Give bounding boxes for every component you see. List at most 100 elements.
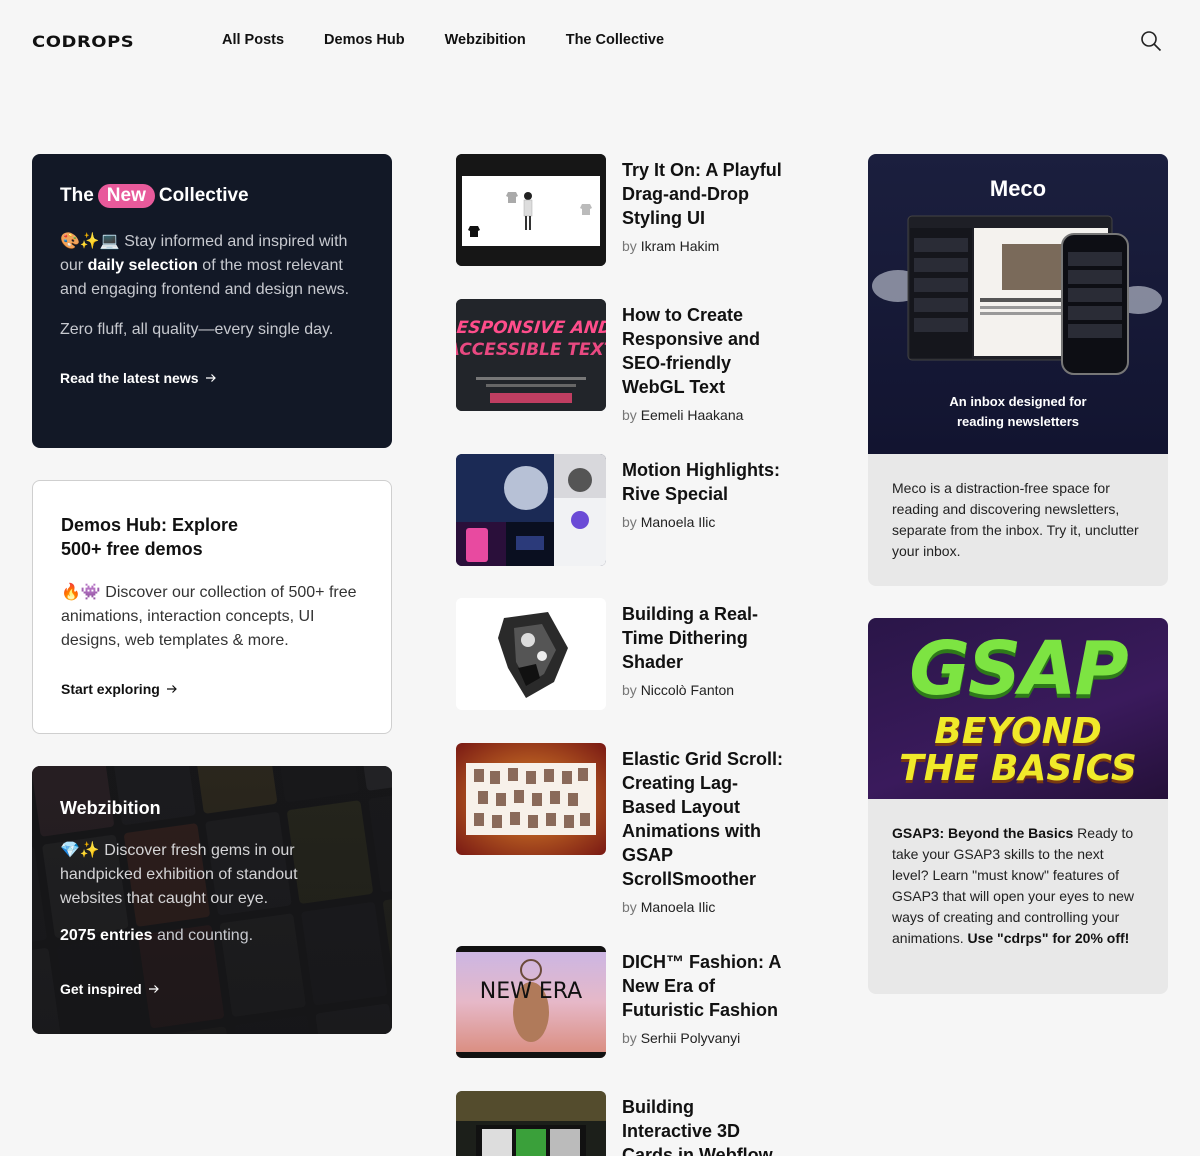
post-thumbnail[interactable] (456, 598, 606, 710)
post-title[interactable]: How to Create Responsive and SEO-friendl… (622, 303, 782, 399)
demos-hub-description: 🔥👾 Discover our collection of 500+ free … (61, 584, 357, 649)
post-body: Building a Real-Time Dithering Shader by… (622, 602, 782, 698)
svg-text:ACCESSIBLE TEXT: ACCESSIBLE TEXT (456, 340, 606, 360)
post-thumbnail-text: NEW ERA (480, 979, 582, 1004)
collective-title-the: The (60, 185, 94, 206)
post-title[interactable]: Elastic Grid Scroll: Creating Lag-Based … (622, 747, 786, 891)
nav-the-collective[interactable]: The Collective (566, 32, 664, 48)
gsap-ad[interactable]: GSAP BEYOND THE BASICS GSAP3: Beyond the… (868, 618, 1168, 994)
post-title[interactable]: Building Interactive 3D Cards in Webflow (622, 1095, 782, 1156)
gsap-ad-title: GSAP3: Beyond the Basics (892, 825, 1074, 841)
codrops-logo[interactable]: CODROPS (32, 32, 134, 51)
gsap-subtitle-line1: BEYOND (934, 711, 1102, 752)
webzibition-content: Webzibition 💎✨ Discover fresh gems in ou… (60, 798, 364, 999)
post-author-by: by (622, 238, 637, 254)
post-title[interactable]: Motion Highlights: Rive Special (622, 458, 782, 506)
post-author: by Manoela Ilic (622, 899, 786, 915)
post-thumbnail[interactable] (456, 154, 606, 266)
collective-card: The New Collective 🎨✨💻 Stay informed and… (32, 154, 392, 448)
get-inspired-link[interactable]: Get inspired (60, 981, 160, 997)
gsap-subtitle-line2: THE BASICS (899, 748, 1137, 789)
meco-ad[interactable]: Meco An inbox designed for reading newsl… (868, 154, 1168, 586)
webzibition-count: 2075 entries and counting. (60, 927, 364, 945)
post-body: Motion Highlights: Rive Special by Manoe… (622, 458, 782, 530)
meco-ad-banner: Meco An inbox designed for reading newsl… (868, 154, 1168, 454)
search-button[interactable] (1140, 30, 1162, 52)
meco-ad-description: Meco is a distraction-free space for rea… (892, 480, 1139, 559)
post-author: by Eemeli Haakana (622, 407, 782, 423)
post-author-name[interactable]: Eemeli Haakana (641, 407, 744, 423)
svg-text:RESPONSIVE AND: RESPONSIVE AND (456, 318, 606, 338)
webzibition-title: Webzibition (60, 798, 161, 818)
collective-desc-bold: daily selection (87, 257, 198, 274)
meco-tagline: An inbox designed for reading newsletter… (868, 392, 1168, 432)
post-author-by: by (622, 682, 637, 698)
arrow-right-icon (205, 374, 216, 382)
post-author-name[interactable]: Serhii Polyvanyi (641, 1030, 741, 1046)
collective-description: 🎨✨💻 Stay informed and inspired with our … (60, 230, 364, 302)
post-author-by: by (622, 407, 637, 423)
arrow-right-icon (148, 985, 159, 993)
webzibition-count-suffix: and counting. (152, 927, 254, 944)
post-author: by Manoela Ilic (622, 514, 782, 530)
post-thumbnail[interactable] (456, 1091, 606, 1156)
post-author-by: by (622, 514, 637, 530)
post-author: by Ikram Hakim (622, 238, 782, 254)
new-badge: New (97, 184, 155, 208)
read-latest-news-link[interactable]: Read the latest news (60, 370, 217, 386)
gsap-ad-banner: GSAP BEYOND THE BASICS (868, 618, 1168, 799)
post-author: by Serhii Polyvanyi (622, 1030, 782, 1046)
post-thumbnail[interactable] (456, 743, 606, 855)
read-latest-news-label: Read the latest news (60, 370, 199, 386)
post-thumbnail[interactable] (456, 454, 606, 566)
post-title[interactable]: DICH™ Fashion: A New Era of Futuristic F… (622, 950, 782, 1022)
post-thumbnail-image (456, 598, 606, 710)
post-thumbnail-image (456, 154, 606, 266)
post-author: by Niccolò Fanton (622, 682, 782, 698)
gsap-ad-coupon: Use "cdrps" for 20% off! (967, 930, 1130, 946)
webzibition-count-number: 2075 entries (60, 927, 153, 944)
post-title[interactable]: Try It On: A Playful Drag-and-Drop Styli… (622, 158, 782, 230)
post-author-name[interactable]: Manoela Ilic (641, 899, 716, 915)
post-thumbnail[interactable]: RESPONSIVE AND ACCESSIBLE TEXT (456, 299, 606, 411)
nav-all-posts[interactable]: All Posts (222, 32, 284, 48)
arrow-right-icon (166, 685, 177, 693)
post-author-name[interactable]: Manoela Ilic (641, 514, 716, 530)
meco-app-screenshot (872, 215, 1162, 375)
post-thumbnail-image (456, 1091, 606, 1156)
post-thumbnail-image (456, 454, 606, 566)
webzibition-card: Webzibition 💎✨ Discover fresh gems in ou… (32, 766, 392, 1034)
demos-hub-title: Demos Hub: Explore 500+ free demos (61, 515, 239, 559)
webzibition-description: 💎✨ Discover fresh gems in our handpicked… (60, 842, 298, 907)
post-body: How to Create Responsive and SEO-friendl… (622, 303, 782, 423)
meco-tagline-text: An inbox designed for reading newsletter… (949, 394, 1087, 429)
start-exploring-label: Start exploring (61, 681, 160, 697)
post-thumbnail-image (456, 743, 606, 855)
meco-logo: Meco (989, 176, 1047, 201)
post-author-name[interactable]: Niccolò Fanton (641, 682, 734, 698)
gsap-subtitle: BEYOND THE BASICS (868, 713, 1168, 787)
search-icon (1141, 31, 1162, 52)
post-title[interactable]: Building a Real-Time Dithering Shader (622, 602, 782, 674)
gsap-logo: GSAP (909, 626, 1129, 712)
post-thumbnail[interactable]: NEW ERA (456, 946, 606, 1058)
gsap-ad-description: GSAP3: Beyond the Basics Ready to take y… (868, 799, 1168, 973)
post-author-by: by (622, 899, 637, 915)
post-thumbnail-image: NEW ERA (456, 946, 606, 1058)
main-nav: All Posts Demos Hub Webzibition The Coll… (222, 32, 664, 48)
post-body: Building Interactive 3D Cards in Webflow (622, 1095, 782, 1156)
post-body: Elastic Grid Scroll: Creating Lag-Based … (622, 747, 786, 915)
post-author-by: by (622, 1030, 637, 1046)
nav-webzibition[interactable]: Webzibition (445, 32, 526, 48)
site-header: CODROPS All Posts Demos Hub Webzibition … (0, 0, 1200, 82)
get-inspired-label: Get inspired (60, 981, 142, 997)
post-author-name[interactable]: Ikram Hakim (641, 238, 720, 254)
post-thumbnail-image: RESPONSIVE AND ACCESSIBLE TEXT (456, 299, 606, 411)
post-body: DICH™ Fashion: A New Era of Futuristic F… (622, 950, 782, 1046)
gsap-ad-body: Ready to take your GSAP3 skills to the n… (892, 825, 1135, 946)
start-exploring-link[interactable]: Start exploring (61, 681, 178, 697)
collective-title: The New Collective (60, 184, 364, 208)
post-body: Try It On: A Playful Drag-and-Drop Styli… (622, 158, 782, 254)
collective-title-collective: Collective (158, 185, 249, 206)
nav-demos-hub[interactable]: Demos Hub (324, 32, 405, 48)
